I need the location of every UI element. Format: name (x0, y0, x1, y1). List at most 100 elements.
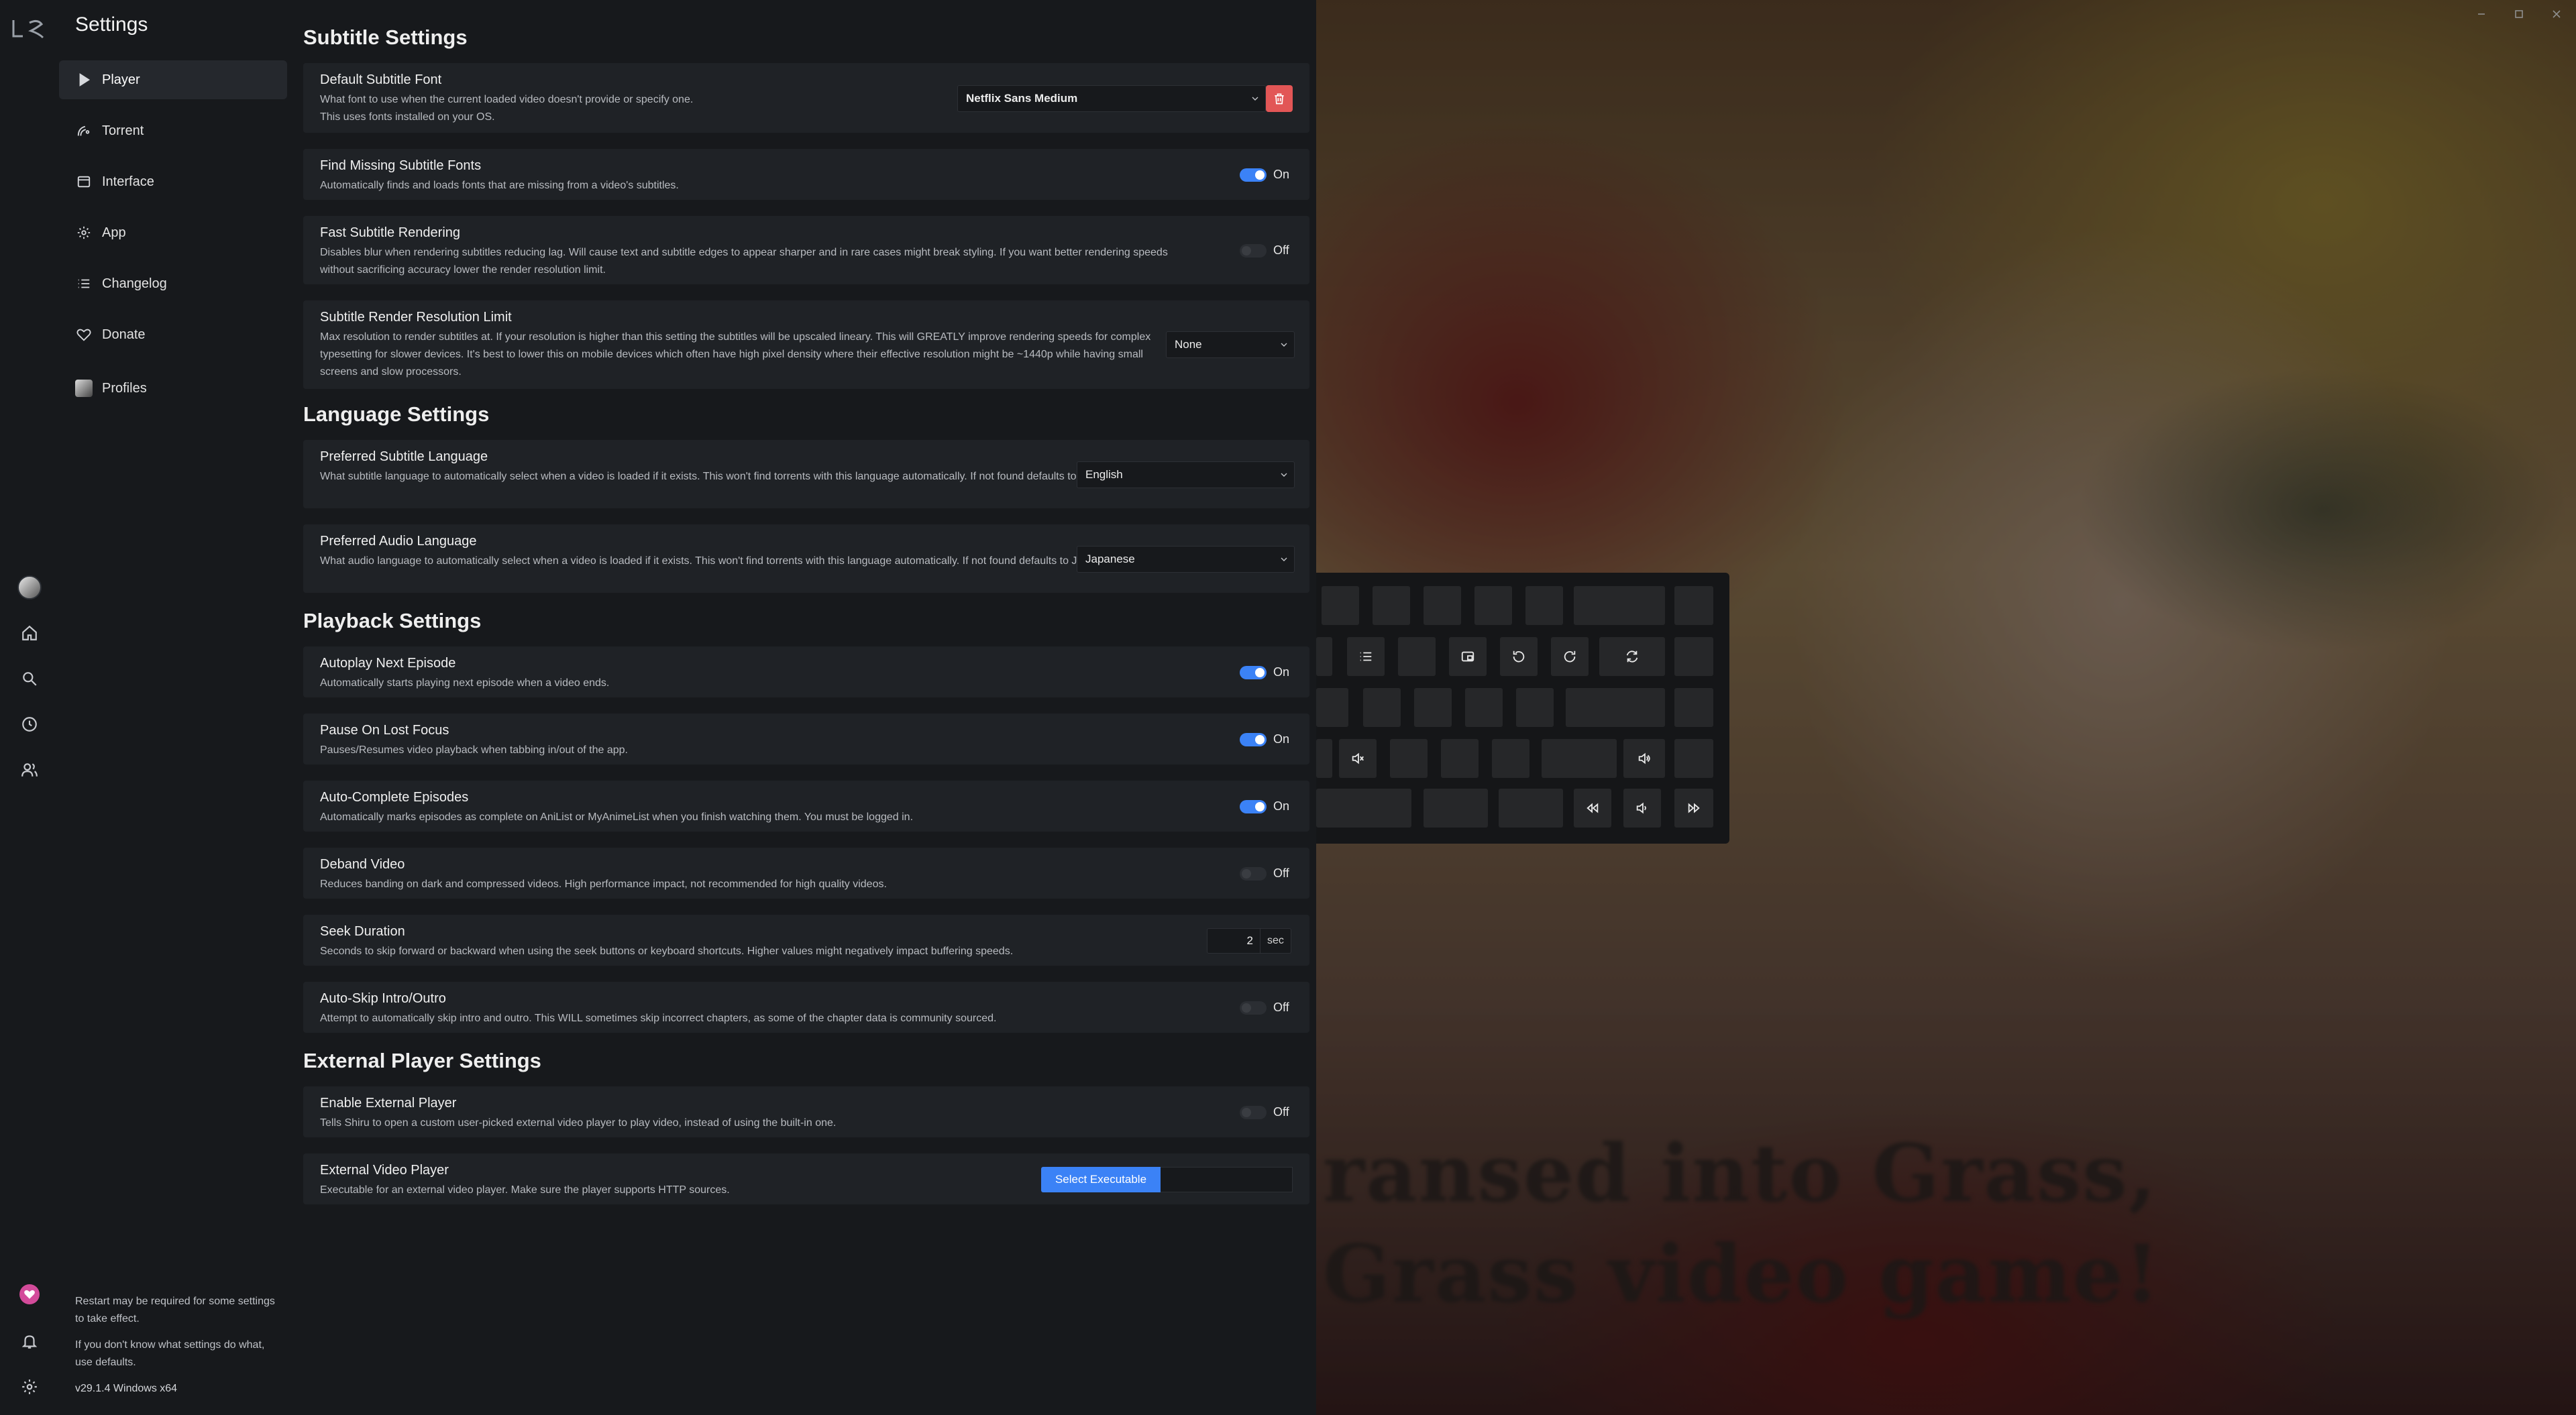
toggle-state: Off (1273, 243, 1289, 257)
nav-item-profiles[interactable]: Profiles (59, 369, 287, 408)
key[interactable] (1674, 688, 1713, 727)
nav-item-player[interactable]: Player (59, 60, 287, 99)
external-player-toggle[interactable]: Off (1240, 1105, 1293, 1119)
nav-item-label: Player (102, 72, 140, 87)
resolution-limit-select[interactable]: None (1166, 331, 1295, 358)
maximize-icon[interactable] (2504, 4, 2534, 24)
volume-icon[interactable] (1623, 739, 1665, 778)
deband-toggle[interactable]: Off (1240, 866, 1293, 881)
setting-description: Attempt to automatically skip intro and … (320, 1013, 997, 1024)
setting-description: Reduces banding on dark and compressed v… (320, 879, 887, 890)
nav-item-interface[interactable]: Interface (59, 162, 287, 201)
volume-down-icon[interactable] (1623, 789, 1661, 828)
fast-rendering-toggle[interactable]: Off (1240, 243, 1293, 258)
key[interactable] (1322, 586, 1359, 625)
select-executable-button[interactable]: Select Executable (1041, 1167, 1161, 1192)
key[interactable] (1363, 688, 1401, 727)
key[interactable] (1316, 739, 1332, 778)
users-icon[interactable] (13, 754, 46, 786)
mute-icon[interactable] (1339, 739, 1377, 778)
key[interactable] (1525, 586, 1563, 625)
setting-label: Auto-Skip Intro/Outro (320, 991, 446, 1006)
key[interactable] (1424, 586, 1461, 625)
signal-icon (75, 122, 93, 139)
bell-icon[interactable] (13, 1325, 46, 1357)
subtitle-line: Grass video game! (1323, 1227, 2161, 1320)
setting-preferred-subtitle-language: Preferred Subtitle Language What subtitl… (303, 440, 1309, 508)
key[interactable] (1492, 739, 1529, 778)
key[interactable] (1441, 739, 1479, 778)
key[interactable] (1499, 789, 1563, 828)
search-icon[interactable] (13, 663, 46, 695)
gear-icon[interactable] (13, 1371, 46, 1403)
key[interactable] (1390, 739, 1428, 778)
key[interactable] (1516, 688, 1554, 727)
key[interactable] (1398, 637, 1436, 676)
select-value: English (1085, 468, 1123, 481)
rotate-left-icon[interactable] (1500, 637, 1538, 676)
setting-label: Autoplay Next Episode (320, 656, 456, 671)
key[interactable] (1674, 637, 1713, 676)
fast-forward-icon[interactable] (1674, 789, 1713, 828)
setting-description: Pauses/Resumes video playback when tabbi… (320, 744, 628, 756)
find-missing-fonts-toggle[interactable]: On (1240, 168, 1293, 182)
close-icon[interactable] (2541, 4, 2572, 24)
clock-icon[interactable] (13, 708, 46, 740)
key[interactable] (1465, 688, 1503, 727)
rewind-icon[interactable] (1574, 789, 1611, 828)
nav-item-label: Changelog (102, 276, 167, 291)
auto-complete-toggle[interactable]: On (1240, 799, 1293, 813)
nav-item-changelog[interactable]: Changelog (59, 264, 287, 303)
setting-description: What audio language to automatically sel… (320, 555, 1122, 567)
executable-path-field[interactable] (1161, 1167, 1293, 1192)
setting-description: Automatically finds and loads fonts that… (320, 180, 679, 191)
nav-item-app[interactable]: App (59, 213, 287, 252)
setting-label: Seek Duration (320, 924, 405, 939)
seek-duration-input[interactable]: 2 sec (1207, 928, 1291, 954)
select-value: Japanese (1085, 553, 1135, 565)
section-title-external: External Player Settings (303, 1049, 541, 1072)
setting-auto-complete: Auto-Complete Episodes Automatically mar… (303, 781, 1309, 832)
logo-icon[interactable] (11, 16, 48, 40)
list-icon[interactable] (1347, 637, 1385, 676)
key[interactable] (1674, 739, 1713, 778)
subtitle-language-select[interactable]: English (1077, 461, 1295, 488)
key[interactable] (1542, 739, 1617, 778)
key[interactable] (1574, 586, 1665, 625)
gear-icon (75, 224, 93, 241)
nav-item-donate[interactable]: Donate (59, 315, 287, 354)
version-label: v29.1.4 Windows x64 (75, 1383, 178, 1394)
key[interactable] (1316, 789, 1411, 828)
setting-label: Deband Video (320, 857, 405, 872)
setting-label: External Video Player (320, 1163, 449, 1178)
pip-icon[interactable] (1449, 637, 1487, 676)
home-icon[interactable] (13, 617, 46, 649)
heart-icon[interactable] (13, 1278, 46, 1310)
audio-language-select[interactable]: Japanese (1077, 546, 1295, 573)
rotate-right-icon[interactable] (1551, 637, 1589, 676)
key[interactable] (1414, 688, 1452, 727)
key[interactable] (1474, 586, 1512, 625)
pause-focus-toggle[interactable]: On (1240, 732, 1293, 746)
key[interactable] (1566, 688, 1665, 727)
refresh-icon[interactable] (1599, 637, 1665, 676)
settings-content: Subtitle Settings Default Subtitle Font … (303, 0, 1309, 1415)
trash-icon (1275, 93, 1284, 105)
key[interactable] (1373, 586, 1410, 625)
setting-description: Automatically starts playing next episod… (320, 677, 610, 689)
window-icon (75, 173, 93, 190)
auto-skip-toggle[interactable]: Off (1240, 1001, 1293, 1015)
delete-font-button[interactable] (1266, 85, 1293, 112)
key[interactable] (1674, 586, 1713, 625)
minimize-icon[interactable] (2466, 4, 2497, 24)
subtitle-font-select[interactable]: Netflix Sans Medium (957, 85, 1266, 112)
key[interactable] (1316, 637, 1332, 676)
toggle-state: On (1273, 799, 1290, 813)
key[interactable] (1424, 789, 1488, 828)
profile-avatar[interactable] (13, 571, 46, 604)
key[interactable] (1316, 688, 1348, 727)
autoplay-toggle[interactable]: On (1240, 665, 1293, 679)
nav-item-torrent[interactable]: Torrent (59, 111, 287, 150)
setting-label: Preferred Subtitle Language (320, 449, 488, 464)
setting-label: Pause On Lost Focus (320, 723, 449, 738)
